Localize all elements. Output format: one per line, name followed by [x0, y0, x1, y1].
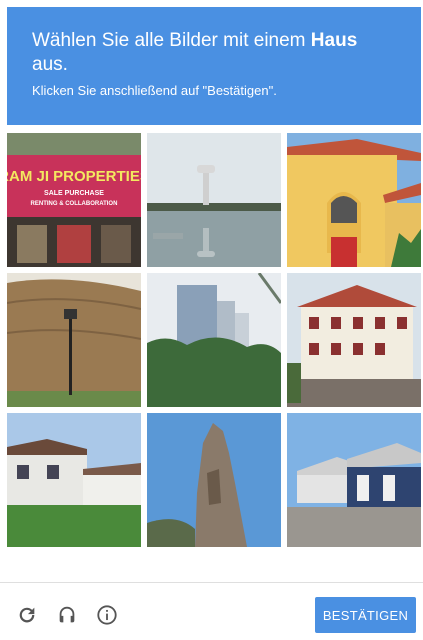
- title-keyword: Haus: [310, 30, 358, 51]
- footer-divider: [0, 582, 423, 583]
- image-tile-3[interactable]: [287, 133, 421, 267]
- title-suffix: aus.: [32, 54, 68, 75]
- image-tile-5[interactable]: [147, 273, 281, 407]
- shop-sign-small-2: RENTING & COLLABORATION: [31, 201, 118, 207]
- verify-button[interactable]: BESTÄTIGEN: [315, 597, 416, 633]
- shop-sign-text: RAM JI PROPERTIES: [7, 168, 141, 185]
- image-tile-8[interactable]: [147, 413, 281, 547]
- image-tile-2[interactable]: [147, 133, 281, 267]
- image-tile-4[interactable]: [7, 273, 141, 407]
- challenge-header: Wählen Sie alle Bilder mit einem Haus au…: [7, 7, 421, 125]
- reload-icon[interactable]: [14, 602, 40, 628]
- footer-tools: [14, 602, 120, 628]
- image-grid: RAM JI PROPERTIES SALE PURCHASE RENTING …: [7, 133, 421, 547]
- shop-sign-small-1: SALE PURCHASE: [44, 190, 104, 197]
- info-icon[interactable]: [94, 602, 120, 628]
- image-tile-7[interactable]: [7, 413, 141, 547]
- image-tile-1[interactable]: RAM JI PROPERTIES SALE PURCHASE RENTING …: [7, 133, 141, 267]
- headphones-icon[interactable]: [54, 602, 80, 628]
- challenge-subtitle: Klicken Sie anschließend auf "Bestätigen…: [32, 83, 277, 98]
- image-tile-6[interactable]: [287, 273, 421, 407]
- image-tile-9[interactable]: [287, 413, 421, 547]
- challenge-title: Wählen Sie alle Bilder mit einem Haus au…: [32, 29, 397, 77]
- title-prefix: Wählen Sie alle Bilder mit einem: [32, 30, 306, 51]
